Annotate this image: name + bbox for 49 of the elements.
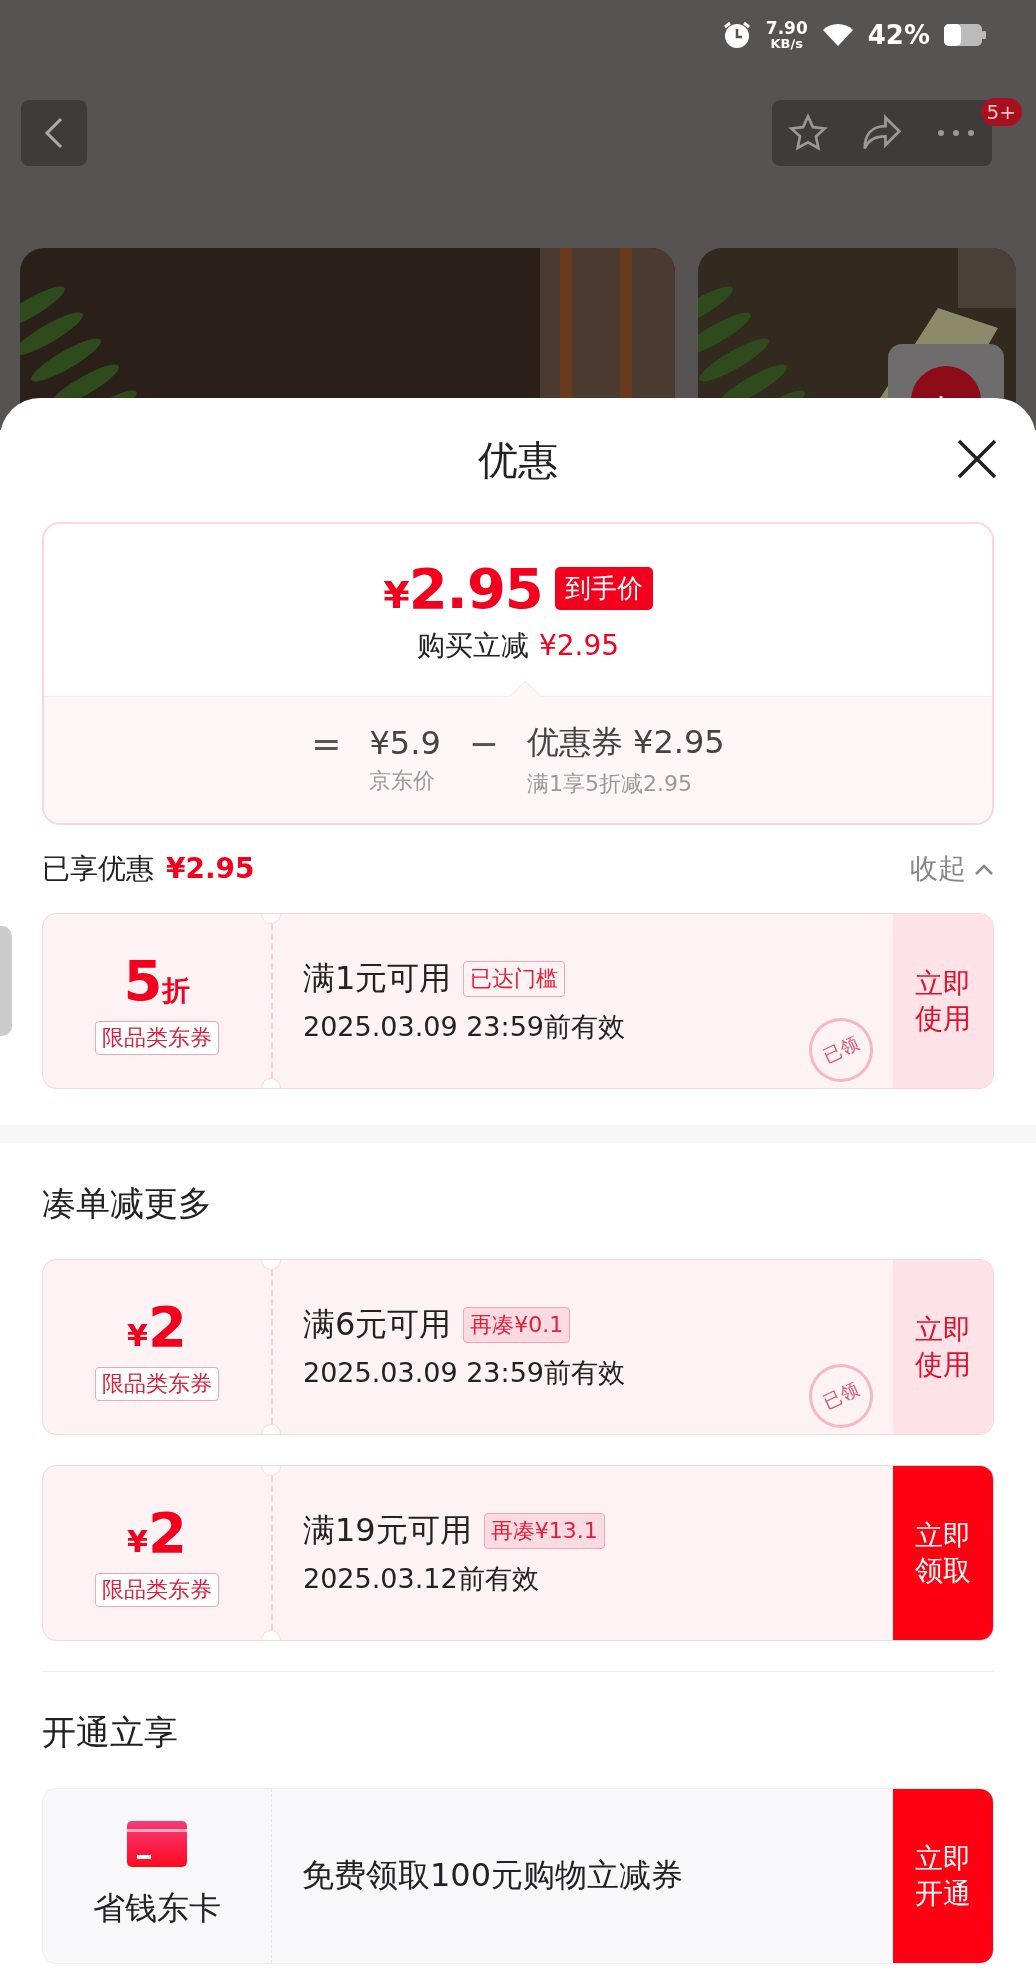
back-button[interactable] <box>21 100 87 166</box>
back-icon <box>43 116 65 150</box>
network-speed: 7.90 KB/s <box>765 20 808 50</box>
operator-sign: − <box>468 723 499 764</box>
operator-sign: = <box>311 723 342 764</box>
card-icon <box>127 1821 187 1867</box>
wifi-icon <box>821 22 854 48</box>
coupon-action-button[interactable]: 立即使用 <box>893 1260 993 1434</box>
enjoyed-label: 已享优惠 <box>42 852 154 885</box>
coupon-condition: 满19元可用 <box>303 1510 472 1551</box>
coupon-scope-tag: 限品类东券 <box>95 1572 219 1607</box>
coupon-status-tag: 再凑¥13.1 <box>483 1513 605 1549</box>
membership-description: 免费领取100元购物立减券 <box>301 1855 685 1896</box>
instant-discount-amount: ¥2.95 <box>538 628 620 662</box>
coupon-expiry: 2025.03.09 23:59前有效 <box>303 1010 626 1044</box>
battery-percent: 42% <box>867 20 930 50</box>
coupon-value: 5折 <box>123 947 191 1013</box>
coupon-value: ¥2 <box>127 1293 187 1359</box>
notification-badge: 5+ <box>980 98 1022 126</box>
final-price: ¥2.95 <box>383 555 543 621</box>
coupon-condition: 满1元可用 <box>303 958 452 999</box>
coupon-status-tag: 再凑¥0.1 <box>463 1307 571 1343</box>
membership-name: 省钱东卡 <box>93 1888 221 1929</box>
coupon-status-tag: 已达门槛 <box>463 961 566 997</box>
coupon-value: ¥2 <box>127 1499 187 1565</box>
side-handle[interactable] <box>0 926 12 1036</box>
coupon-action-button[interactable]: 立即使用 <box>893 914 993 1088</box>
price-term: ¥5.9 <box>369 724 441 762</box>
coupon-action-button[interactable]: 立即领取 <box>893 1466 993 1640</box>
battery-icon <box>944 24 986 46</box>
price-term-caption: 满1享5折减2.95 <box>526 770 693 798</box>
instant-discount-label: 购买立减 <box>416 628 529 662</box>
coupon-scope-tag: 限品类东券 <box>95 1366 219 1401</box>
coupon-expiry: 2025.03.12前有效 <box>303 1562 540 1596</box>
price-term-caption: 京东价 <box>369 767 437 795</box>
caret-icon <box>974 862 994 876</box>
close-icon[interactable] <box>956 438 998 480</box>
price-term: 优惠券 ¥2.95 <box>526 722 725 763</box>
coupon-condition: 满6元可用 <box>303 1304 452 1345</box>
alarm-icon <box>721 20 752 50</box>
sheet-title: 优惠 <box>478 435 558 485</box>
membership-action-button[interactable]: 立即开通 <box>893 1789 993 1963</box>
final-price-tag: 到手价 <box>554 566 653 610</box>
section-title: 凑单减更多 <box>42 1182 213 1225</box>
coupon-scope-tag: 限品类东券 <box>95 1020 219 1055</box>
collapse-toggle[interactable]: 收起 <box>910 850 994 888</box>
section-title: 开通立享 <box>42 1711 179 1754</box>
enjoyed-amount: ¥2.95 <box>166 852 255 885</box>
coupon-expiry: 2025.03.09 23:59前有效 <box>303 1356 626 1390</box>
